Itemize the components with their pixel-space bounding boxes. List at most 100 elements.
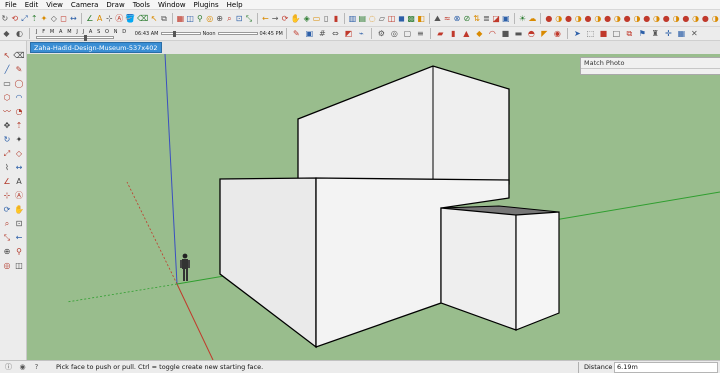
zoom-window-icon[interactable]: ⊡ — [13, 218, 25, 229]
plugin-m-icon[interactable]: ◑ — [711, 13, 719, 24]
wireframe-icon[interactable]: ▱ — [378, 13, 386, 24]
plugin-a-icon[interactable]: ◑ — [594, 13, 602, 24]
layer-stack-icon[interactable]: ≡ — [415, 28, 426, 39]
left-view-icon[interactable]: ▤ — [358, 13, 367, 24]
blue-target-icon[interactable]: ✛ — [663, 28, 674, 39]
scale-icon[interactable]: ⤢ — [1, 148, 13, 159]
arc-icon[interactable]: ◠ — [13, 92, 25, 103]
position-camera-icon[interactable]: ⊕ — [1, 246, 13, 257]
menu-help[interactable]: Help — [223, 0, 247, 10]
red-stop-icon[interactable]: ■ — [598, 28, 609, 39]
pushpull-icon[interactable]: ⇡ — [13, 120, 25, 131]
lookaround-icon[interactable]: ◎ — [206, 13, 214, 24]
square-outline-icon[interactable]: □ — [611, 28, 622, 39]
style-icon[interactable]: ◪ — [492, 13, 500, 24]
plugin-j-icon[interactable]: ● — [682, 13, 690, 24]
upper-block-face[interactable] — [297, 65, 510, 185]
right-view-icon[interactable]: ▮ — [332, 13, 340, 24]
grey-cube-icon[interactable]: ◆ — [1, 28, 12, 39]
polygon-icon[interactable]: ⬡ — [1, 92, 13, 103]
sphere-icon[interactable]: ● — [545, 13, 553, 24]
paint-icon[interactable]: 🪣 — [125, 13, 135, 24]
orange-shape-icon[interactable]: ◆ — [474, 28, 485, 39]
menu-edit[interactable]: Edit — [21, 0, 43, 10]
blue-arrow-icon[interactable]: ➤ — [572, 28, 583, 39]
freehand-icon[interactable]: 〰 — [1, 106, 13, 117]
menu-tools[interactable]: Tools — [129, 0, 154, 10]
sandbox-icon[interactable]: ⛰ — [434, 13, 442, 24]
orbit-icon[interactable]: ⟳ — [1, 204, 13, 215]
red-cylinder-icon[interactable]: ▮ — [448, 28, 459, 39]
3dtext-icon[interactable]: Ⓐ — [115, 13, 123, 24]
time-slider-thumb[interactable] — [172, 31, 176, 37]
cylinder-icon[interactable]: ● — [565, 13, 573, 24]
shadow-icon[interactable]: ☀ — [519, 13, 527, 24]
scale-icon[interactable]: ⤢ — [21, 13, 29, 24]
plugin-f-icon[interactable]: ● — [643, 13, 651, 24]
followme-icon[interactable]: ✦ — [13, 134, 25, 145]
pan-icon[interactable]: ✋ — [291, 13, 301, 24]
next-view-icon[interactable]: → — [271, 13, 279, 24]
circle-icon[interactable]: ◯ — [13, 78, 25, 89]
menu-file[interactable]: File — [1, 0, 21, 10]
iso-view-icon[interactable]: ◈ — [303, 13, 311, 24]
small-block-right-face[interactable] — [515, 211, 560, 331]
group-icon[interactable]: ▦ — [177, 13, 185, 24]
walk-icon[interactable]: ⚲ — [13, 246, 25, 257]
menu-window[interactable]: Window — [154, 0, 190, 10]
eraser-icon[interactable]: ⌫ — [13, 50, 25, 61]
back-view-icon[interactable]: ▥ — [349, 13, 357, 24]
position-camera-icon[interactable]: ⊕ — [216, 13, 224, 24]
help-icon[interactable]: ? — [31, 362, 42, 373]
line-icon[interactable]: ╱ — [1, 64, 13, 75]
date-slider-thumb[interactable] — [84, 34, 88, 41]
plugin-c-icon[interactable]: ◑ — [613, 13, 621, 24]
wire-icon[interactable]: ⌁ — [356, 28, 367, 39]
shaded-icon[interactable]: ◼ — [398, 13, 406, 24]
plugin-i-icon[interactable]: ◑ — [672, 13, 680, 24]
prev-icon[interactable]: ← — [13, 232, 25, 243]
mirror-icon[interactable]: ⇔ — [330, 28, 341, 39]
cone-icon[interactable]: ◑ — [574, 13, 582, 24]
rotate-icon[interactable]: ↻ — [1, 134, 13, 145]
dark-box-icon[interactable]: ■ — [500, 28, 511, 39]
blue-box-icon[interactable]: ▣ — [304, 28, 315, 39]
info-icon[interactable]: ⓘ — [3, 362, 14, 373]
eraser-icon[interactable]: ⌫ — [137, 13, 148, 24]
component-icon[interactable]: ⧉ — [160, 13, 168, 24]
pan-icon[interactable]: ✋ — [13, 204, 25, 215]
layer-icon[interactable]: ≣ — [482, 13, 490, 24]
scene-tab-active[interactable]: Zaha-Hadid-Design-Museum-537x402 — [30, 42, 162, 53]
match-photo-panel[interactable]: Match Photo — [580, 57, 720, 75]
axes-icon[interactable]: ⊹ — [1, 190, 13, 201]
pushpull-icon[interactable]: ⇡ — [30, 13, 38, 24]
match-photo-title[interactable]: Match Photo — [581, 58, 720, 69]
menu-plugins[interactable]: Plugins — [190, 0, 223, 10]
front-view-icon[interactable]: ▯ — [322, 13, 330, 24]
ring-icon[interactable]: ◎ — [389, 28, 400, 39]
protractor-icon[interactable]: ∠ — [1, 176, 13, 187]
geo-icon[interactable]: ◉ — [17, 362, 28, 373]
small-block-left-face[interactable] — [440, 207, 517, 331]
grid-icon[interactable]: # — [317, 28, 328, 39]
textured-icon[interactable]: ▩ — [407, 13, 415, 24]
text-icon[interactable]: A — [13, 176, 25, 187]
menu-camera[interactable]: Camera — [67, 0, 102, 10]
blue-flag-icon[interactable]: ⚑ — [637, 28, 648, 39]
reshape-icon[interactable]: ⬚ — [585, 28, 596, 39]
torus-icon[interactable]: ● — [584, 13, 592, 24]
gear-icon[interactable]: ⚙ — [376, 28, 387, 39]
orange-wedge-icon[interactable]: ◤ — [539, 28, 550, 39]
rotate-icon[interactable]: ⟲ — [11, 13, 19, 24]
date-slider[interactable] — [36, 34, 114, 41]
prev-view-icon[interactable]: ← — [261, 13, 269, 24]
frame-icon[interactable]: ▢ — [402, 28, 413, 39]
offset-icon[interactable]: ◇ — [13, 148, 25, 159]
dimension-icon[interactable]: ↔ — [13, 162, 25, 173]
scale-figure[interactable] — [180, 253, 190, 281]
zoom-extents-icon[interactable]: ⤡ — [1, 232, 13, 243]
time-slider[interactable] — [160, 31, 201, 37]
orbit-icon[interactable]: ⟳ — [281, 13, 289, 24]
menu-draw[interactable]: Draw — [102, 0, 128, 10]
section-icon[interactable]: ◫ — [13, 260, 25, 271]
